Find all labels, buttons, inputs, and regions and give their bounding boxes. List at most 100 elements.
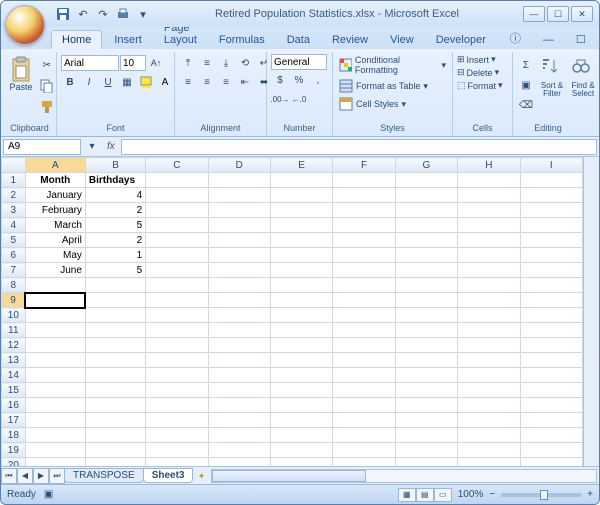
cell-D2[interactable] — [208, 188, 270, 203]
cell-E1[interactable] — [270, 173, 332, 188]
cell-I12[interactable] — [520, 338, 583, 353]
cell-D20[interactable] — [208, 458, 270, 467]
cell-B1[interactable]: Birthdays — [85, 173, 145, 188]
tab-formulas[interactable]: Formulas — [209, 31, 275, 49]
cell-H6[interactable] — [458, 248, 520, 263]
cell-C9[interactable] — [146, 293, 208, 308]
row-header-7[interactable]: 7 — [2, 263, 26, 278]
tab-review[interactable]: Review — [322, 31, 378, 49]
cell-I16[interactable] — [520, 398, 583, 413]
sheet-first-icon[interactable]: ⏮ — [1, 468, 17, 484]
office-button[interactable] — [5, 5, 45, 45]
qat-customize-icon[interactable]: ▾ — [135, 6, 151, 22]
cell-C13[interactable] — [146, 353, 208, 368]
cell-I3[interactable] — [520, 203, 583, 218]
cell-F20[interactable] — [333, 458, 395, 467]
zoom-thumb[interactable] — [540, 490, 548, 500]
cell-D9[interactable] — [208, 293, 270, 308]
cell-I5[interactable] — [520, 233, 583, 248]
delete-cells-button[interactable]: ⊟ Delete ▾ — [457, 67, 499, 78]
cell-A9[interactable] — [25, 293, 85, 308]
cell-G16[interactable] — [395, 398, 457, 413]
tab-insert[interactable]: Insert — [104, 31, 152, 49]
cell-E12[interactable] — [270, 338, 332, 353]
cell-E11[interactable] — [270, 323, 332, 338]
cell-C16[interactable] — [146, 398, 208, 413]
cell-H4[interactable] — [458, 218, 520, 233]
align-top-icon[interactable]: ⤒ — [179, 54, 197, 72]
maximize-button[interactable]: ☐ — [547, 6, 569, 22]
save-icon[interactable] — [55, 6, 71, 22]
cell-H13[interactable] — [458, 353, 520, 368]
cell-G9[interactable] — [395, 293, 457, 308]
fill-icon[interactable]: ▣ — [517, 76, 535, 94]
cell-F11[interactable] — [333, 323, 395, 338]
find-select-button[interactable]: Find & Select — [569, 54, 597, 100]
cell-F2[interactable] — [333, 188, 395, 203]
row-header-10[interactable]: 10 — [2, 308, 26, 323]
row-header-14[interactable]: 14 — [2, 368, 26, 383]
cell-B6[interactable]: 1 — [85, 248, 145, 263]
redo-icon[interactable]: ↷ — [95, 6, 111, 22]
row-header-12[interactable]: 12 — [2, 338, 26, 353]
cell-H1[interactable] — [458, 173, 520, 188]
align-center-icon[interactable]: ≡ — [198, 73, 216, 91]
cell-I2[interactable] — [520, 188, 583, 203]
cell-I19[interactable] — [520, 443, 583, 458]
cell-H2[interactable] — [458, 188, 520, 203]
cut-icon[interactable]: ✂ — [38, 56, 56, 74]
scroll-thumb[interactable] — [212, 470, 365, 482]
cell-I9[interactable] — [520, 293, 583, 308]
cell-D17[interactable] — [208, 413, 270, 428]
cell-C17[interactable] — [146, 413, 208, 428]
cell-E7[interactable] — [270, 263, 332, 278]
row-header-16[interactable]: 16 — [2, 398, 26, 413]
cell-C8[interactable] — [146, 278, 208, 293]
percent-icon[interactable]: % — [290, 71, 308, 89]
col-header-F[interactable]: F — [333, 158, 395, 173]
orientation-icon[interactable]: ⟲ — [236, 54, 254, 72]
cell-H10[interactable] — [458, 308, 520, 323]
cell-G12[interactable] — [395, 338, 457, 353]
cell-A16[interactable] — [25, 398, 85, 413]
cell-C3[interactable] — [146, 203, 208, 218]
cell-A12[interactable] — [25, 338, 85, 353]
cell-H11[interactable] — [458, 323, 520, 338]
format-as-table-button[interactable]: Format as Table ▾ — [337, 78, 430, 94]
conditional-formatting-button[interactable]: Conditional Formatting ▾ — [337, 54, 448, 76]
horizontal-scrollbar[interactable] — [211, 469, 597, 483]
cell-H18[interactable] — [458, 428, 520, 443]
font-size-input[interactable] — [120, 55, 146, 71]
fx-icon[interactable]: fx — [103, 141, 119, 152]
cell-G10[interactable] — [395, 308, 457, 323]
cell-A10[interactable] — [25, 308, 85, 323]
cell-B9[interactable] — [85, 293, 145, 308]
col-header-A[interactable]: A — [25, 158, 85, 173]
tab-view[interactable]: View — [380, 31, 424, 49]
cell-C20[interactable] — [146, 458, 208, 467]
cell-D4[interactable] — [208, 218, 270, 233]
format-cells-button[interactable]: ⬚ Format ▾ — [457, 80, 503, 91]
cell-G6[interactable] — [395, 248, 457, 263]
cell-I18[interactable] — [520, 428, 583, 443]
cell-H14[interactable] — [458, 368, 520, 383]
cell-B15[interactable] — [85, 383, 145, 398]
cell-D15[interactable] — [208, 383, 270, 398]
cell-D7[interactable] — [208, 263, 270, 278]
cell-B19[interactable] — [85, 443, 145, 458]
tab-developer[interactable]: Developer — [426, 31, 496, 49]
col-header-D[interactable]: D — [208, 158, 270, 173]
cell-A3[interactable]: February — [25, 203, 85, 218]
number-format-input[interactable] — [271, 54, 327, 70]
cell-F7[interactable] — [333, 263, 395, 278]
vertical-scrollbar[interactable] — [583, 157, 599, 466]
cell-I13[interactable] — [520, 353, 583, 368]
cell-H19[interactable] — [458, 443, 520, 458]
cell-F17[interactable] — [333, 413, 395, 428]
cell-B11[interactable] — [85, 323, 145, 338]
cell-A15[interactable] — [25, 383, 85, 398]
cell-D8[interactable] — [208, 278, 270, 293]
sort-filter-button[interactable]: Sort & Filter — [538, 54, 566, 100]
cell-D18[interactable] — [208, 428, 270, 443]
sheet-tab-sheet3[interactable]: Sheet3 — [143, 468, 194, 483]
